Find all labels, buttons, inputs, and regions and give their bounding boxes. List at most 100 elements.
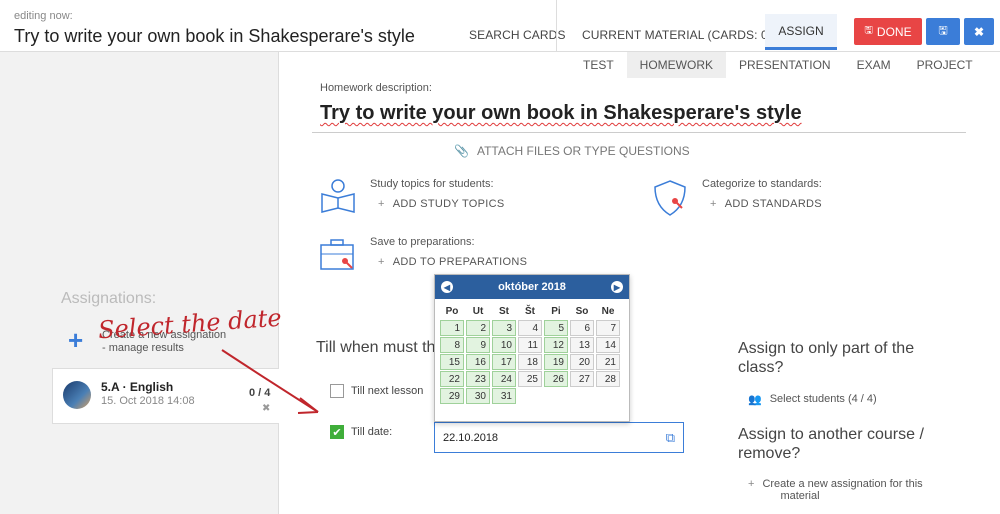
till-next-lesson-checkbox[interactable] [330, 384, 344, 398]
header: editing now: Try to write your own book … [0, 0, 1000, 52]
till-date-checkbox[interactable]: ✔ [330, 425, 344, 439]
paperclip-icon: 📎 [454, 144, 469, 158]
class-avatar [63, 381, 91, 409]
calendar-open-icon[interactable]: ⧉ [666, 430, 675, 446]
plus-icon: + [748, 478, 755, 490]
plus-icon: + [378, 198, 385, 210]
nav-assign[interactable]: ASSIGN [765, 14, 837, 50]
calendar-day[interactable]: 9 [466, 337, 490, 353]
calendar-day[interactable]: 22 [440, 371, 464, 387]
till-next-lesson-label: Till next lesson [351, 385, 424, 397]
attach-files-button[interactable]: 📎 ATTACH FILES OR TYPE QUESTIONS [454, 144, 690, 158]
class-results-count: 0 / 4 [249, 387, 271, 399]
close-button[interactable]: ✖ [964, 18, 994, 45]
till-date-label: Till date: [351, 426, 393, 438]
add-standards-label: ADD STANDARDS [724, 198, 822, 210]
deadline-date-input[interactable]: 22.10.2018 ⧉ [434, 422, 684, 453]
add-preparations-button[interactable]: + ADD TO PREPARATIONS [378, 256, 527, 268]
homework-input-border [312, 132, 966, 133]
part-class-heading: Assign to only part of the class? [738, 340, 915, 376]
tab-project[interactable]: PROJECT [904, 52, 986, 78]
assignations-heading: Assignations: [61, 290, 157, 307]
calendar-day[interactable]: 3 [492, 320, 516, 336]
preparations-label: Save to preparations: [370, 236, 475, 248]
calendar-day[interactable]: 12 [544, 337, 568, 353]
calendar-day[interactable]: 1 [440, 320, 464, 336]
tab-homework[interactable]: HOMEWORK [626, 52, 727, 78]
study-topics-label: Study topics for students: [370, 178, 494, 190]
calendar-day[interactable]: 30 [466, 388, 490, 404]
nav-search-cards[interactable]: SEARCH CARDS [469, 28, 566, 42]
weekday-header: Pi [551, 305, 561, 317]
nav-current-material[interactable]: CURRENT MATERIAL (CARDS: 0) [582, 28, 772, 42]
calendar-day[interactable]: 8 [440, 337, 464, 353]
calendar-day[interactable]: 4 [518, 320, 542, 336]
save-button[interactable]: 🖫 [926, 18, 960, 45]
calendar-day[interactable]: 26 [544, 371, 568, 387]
done-button[interactable]: 🖫 DONE [854, 18, 922, 45]
previous-month-icon[interactable]: ◀ [441, 281, 453, 293]
sidebar [0, 52, 279, 514]
homework-description-label: Homework description: [320, 82, 432, 94]
calendar-day[interactable]: 29 [440, 388, 464, 404]
calendar-day[interactable]: 2 [466, 320, 490, 336]
plus-icon: + [68, 325, 84, 355]
weekday-header: Št [525, 305, 535, 317]
attach-files-label: ATTACH FILES OR TYPE QUESTIONS [476, 144, 690, 158]
calendar-day[interactable]: 27 [570, 371, 594, 387]
calendar-day[interactable]: 20 [570, 354, 594, 370]
tab-exam[interactable]: EXAM [844, 52, 904, 78]
create-new-assignation-button[interactable]: + Create a new assignation for this mate… [748, 478, 923, 502]
users-icon: 👥 [748, 394, 762, 406]
checkmark-icon: ✔ [332, 426, 342, 439]
plus-icon: + [710, 198, 717, 210]
calendar-day[interactable]: 17 [492, 354, 516, 370]
weekday-header: Po [445, 305, 459, 317]
close-icon: ✖ [973, 24, 985, 39]
select-students-button[interactable]: 👥 Select students (4 / 4) [748, 393, 877, 406]
book-reader-icon [321, 179, 355, 213]
add-study-topics-button[interactable]: + ADD STUDY TOPICS [378, 198, 505, 210]
tab-test[interactable]: TEST [570, 52, 627, 78]
calendar-day[interactable]: 24 [492, 371, 516, 387]
another-course-heading: Assign to another course / remove? [738, 426, 924, 462]
select-students-label: Select students (4 / 4) [769, 393, 877, 405]
calendar-day[interactable]: 16 [466, 354, 490, 370]
calendar-day[interactable]: 7 [596, 320, 620, 336]
remove-assignation-icon[interactable]: ✖ [262, 403, 270, 414]
add-standards-button[interactable]: + ADD STANDARDS [710, 198, 822, 210]
homework-description-input[interactable]: Try to write your own book in Shakespera… [320, 102, 802, 125]
app-frame: editing now: Try to write your own book … [0, 0, 1000, 514]
date-picker: ◀ október 2018 ▶ Po Ut St Št Pi So Ne 1 2 3 4 5 6 7 8 9… [434, 274, 630, 422]
class-date: 15. Oct 2018 14:08 [101, 395, 195, 407]
tab-presentation[interactable]: PRESENTATION [726, 52, 844, 78]
calendar-day[interactable]: 19 [544, 354, 568, 370]
calendar-month: október 2018 [498, 281, 566, 293]
standards-label: Categorize to standards: [702, 178, 822, 190]
calendar-day[interactable]: 18 [518, 354, 542, 370]
nav-divider [556, 0, 557, 52]
calendar-day[interactable]: 13 [570, 337, 594, 353]
calendar-grid: Po Ut St Št Pi So Ne 1 2 3 4 5 6 7 8 9 10 11 12 13 14 15 16 17 1… [439, 303, 621, 404]
assignation-card[interactable]: 5.A · English 15. Oct 2018 14:08 0 / 4 ✖ [52, 368, 279, 424]
calendar-day[interactable]: 11 [518, 337, 542, 353]
preparations-section: Save to preparations: + ADD TO PREPARATIO… [318, 236, 527, 272]
weekday-header: Ut [472, 305, 484, 317]
calendar-day[interactable]: 14 [596, 337, 620, 353]
calendar-day[interactable]: 28 [596, 371, 620, 387]
weekday-header: So [575, 305, 589, 317]
calendar-day[interactable]: 21 [596, 354, 620, 370]
calendar-day[interactable]: 23 [466, 371, 490, 387]
calendar-day[interactable]: 5 [544, 320, 568, 336]
calendar-day[interactable]: 10 [492, 337, 516, 353]
calendar-day[interactable]: 15 [440, 354, 464, 370]
plus-icon: + [378, 256, 385, 268]
create-new-assignation-line2: material [780, 490, 820, 502]
material-title: Try to write your own book in Shakespera… [14, 26, 415, 46]
next-month-icon[interactable]: ▶ [611, 281, 623, 293]
calendar-day[interactable]: 25 [518, 371, 542, 387]
calendar-day[interactable]: 6 [570, 320, 594, 336]
material-type-tabs: TEST HOMEWORK PRESENTATION EXAM PROJECT [570, 52, 986, 78]
calendar-day[interactable]: 31 [492, 388, 516, 404]
standards-section: Categorize to standards: + ADD STANDARDS [650, 178, 822, 218]
